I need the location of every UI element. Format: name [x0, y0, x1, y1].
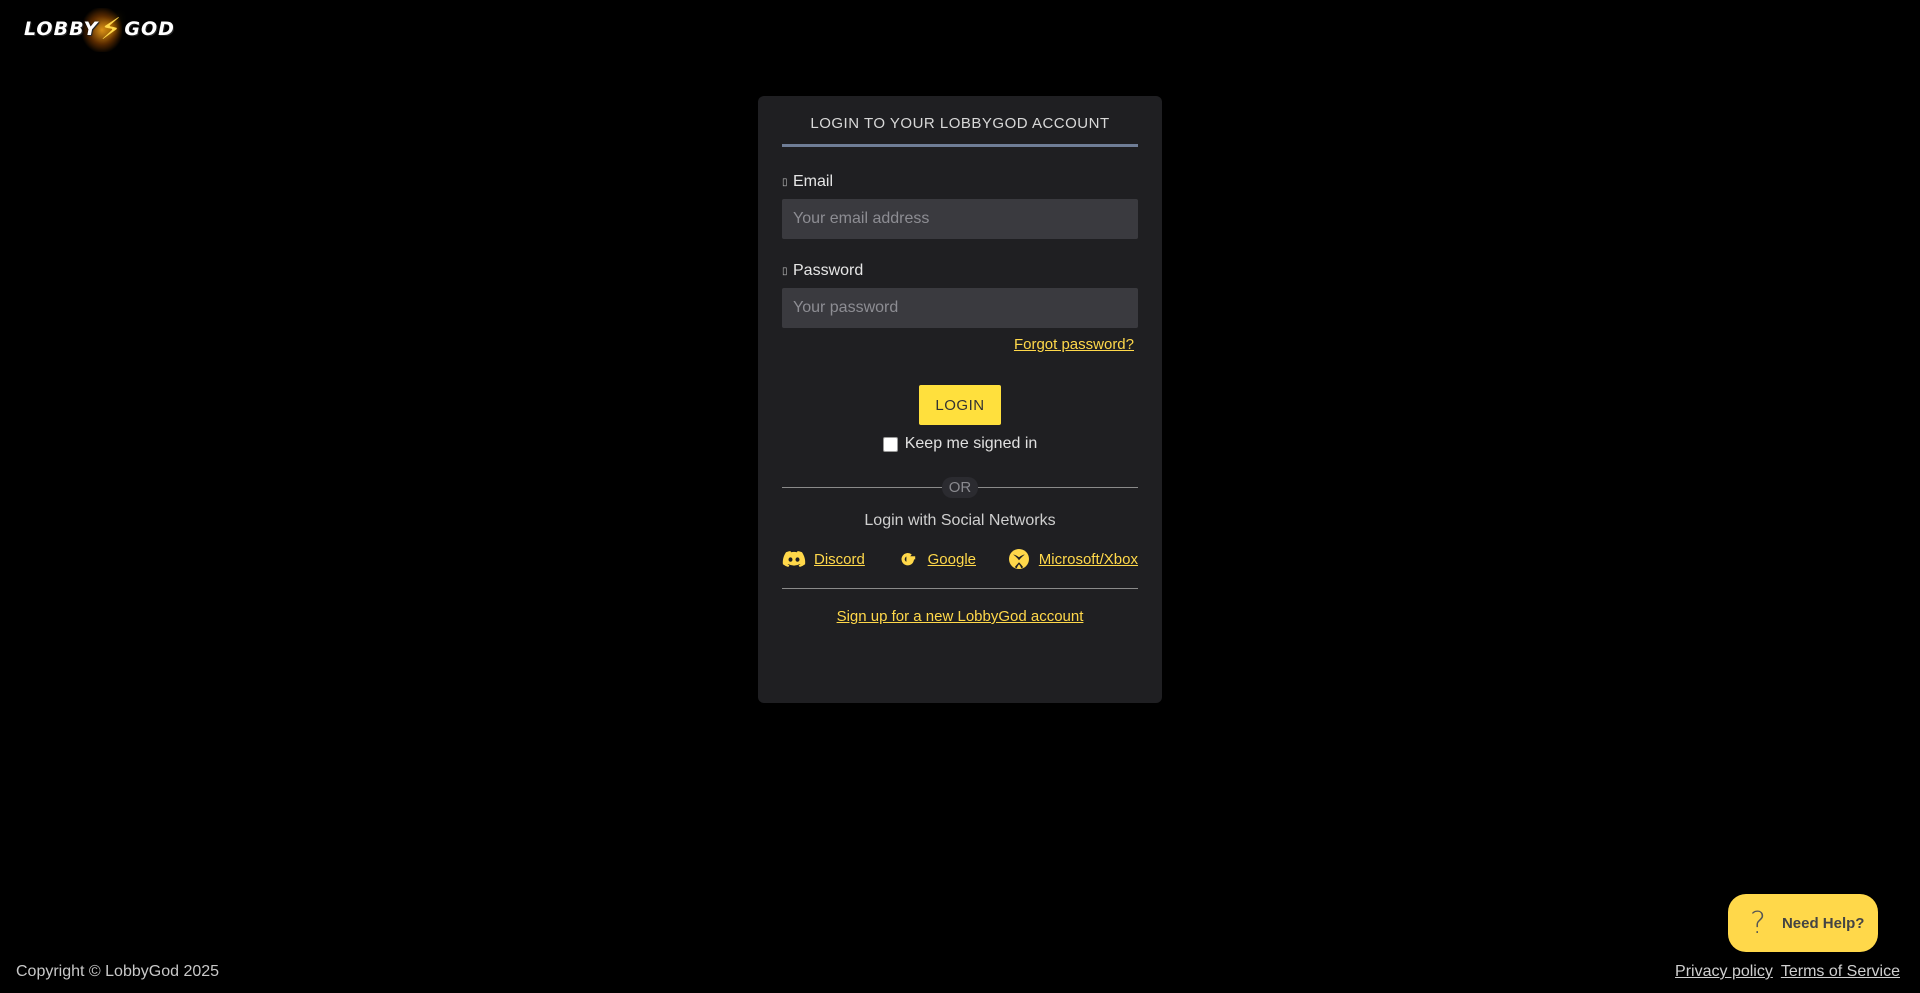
question-mark-icon: ?: [1750, 905, 1766, 941]
footer-copyright: Copyright © LobbyGod 2025: [16, 963, 220, 980]
discord-icon: [782, 551, 806, 567]
logo-text-left: LOBBY: [24, 18, 99, 40]
google-login[interactable]: Google: [896, 547, 976, 571]
discord-login[interactable]: Discord: [782, 547, 865, 571]
login-button[interactable]: LOGIN: [919, 385, 1001, 425]
password-label: ▯ Password: [782, 262, 1138, 280]
signup-link[interactable]: Sign up for a new LobbyGod account: [837, 608, 1084, 625]
login-card: LOGIN TO YOUR LOBBYGOD ACCOUNT ▯ Email ▯…: [758, 96, 1162, 703]
or-divider-line-right: [978, 486, 1138, 488]
xbox-login-label[interactable]: Microsoft/Xbox: [1039, 551, 1138, 568]
signup-row: Sign up for a new LobbyGod account: [782, 608, 1138, 626]
xbox-icon: [1008, 549, 1029, 569]
social-login-row: Discord Google Microsoft/Xbox: [782, 547, 1138, 571]
forgot-password-link[interactable]: Forgot password?: [1014, 336, 1134, 353]
keep-signed-in-row: Keep me signed in: [782, 435, 1138, 453]
keep-signed-in-label[interactable]: Keep me signed in: [905, 435, 1038, 453]
google-icon: [901, 553, 915, 566]
lock-icon: ▯: [782, 265, 788, 277]
envelope-icon: ▯: [782, 176, 788, 188]
lightning-bolt-icon: ⚡: [100, 11, 123, 47]
need-help-label: Need Help?: [1781, 914, 1865, 932]
email-input[interactable]: [782, 199, 1138, 239]
logo-wordmark: LOBBY ⚡ GOD: [24, 12, 175, 47]
privacy-policy-link[interactable]: Privacy policy: [1675, 963, 1773, 981]
google-login-label[interactable]: Google: [928, 551, 976, 568]
email-label-text: Email: [793, 173, 834, 190]
logo-text-right: GOD: [124, 18, 175, 40]
login-button-row: LOGIN: [782, 385, 1138, 425]
lobbygod-logo[interactable]: LOBBY ⚡ GOD: [24, 6, 174, 52]
forgot-password-row: Forgot password?: [782, 336, 1138, 354]
social-login-title: Login with Social Networks: [864, 512, 1056, 529]
or-divider-line-left: [782, 486, 942, 488]
email-label: ▯ Email: [782, 173, 1138, 191]
discord-login-label[interactable]: Discord: [814, 551, 865, 568]
password-label-text: Password: [793, 262, 864, 279]
terms-of-service-link[interactable]: Terms of Service: [1781, 963, 1900, 981]
or-divider: OR: [782, 476, 1138, 498]
login-card-title: LOGIN TO YOUR LOBBYGOD ACCOUNT: [782, 96, 1138, 147]
or-divider-text: OR: [941, 476, 979, 498]
footer-links: Privacy policy Terms of Service: [1675, 963, 1900, 981]
xbox-login[interactable]: Microsoft/Xbox: [1007, 547, 1138, 571]
social-bottom-divider: [782, 588, 1138, 589]
password-input[interactable]: [782, 288, 1138, 328]
keep-signed-in-checkbox[interactable]: [882, 436, 898, 452]
need-help-button[interactable]: ? Need Help?: [1728, 894, 1878, 952]
